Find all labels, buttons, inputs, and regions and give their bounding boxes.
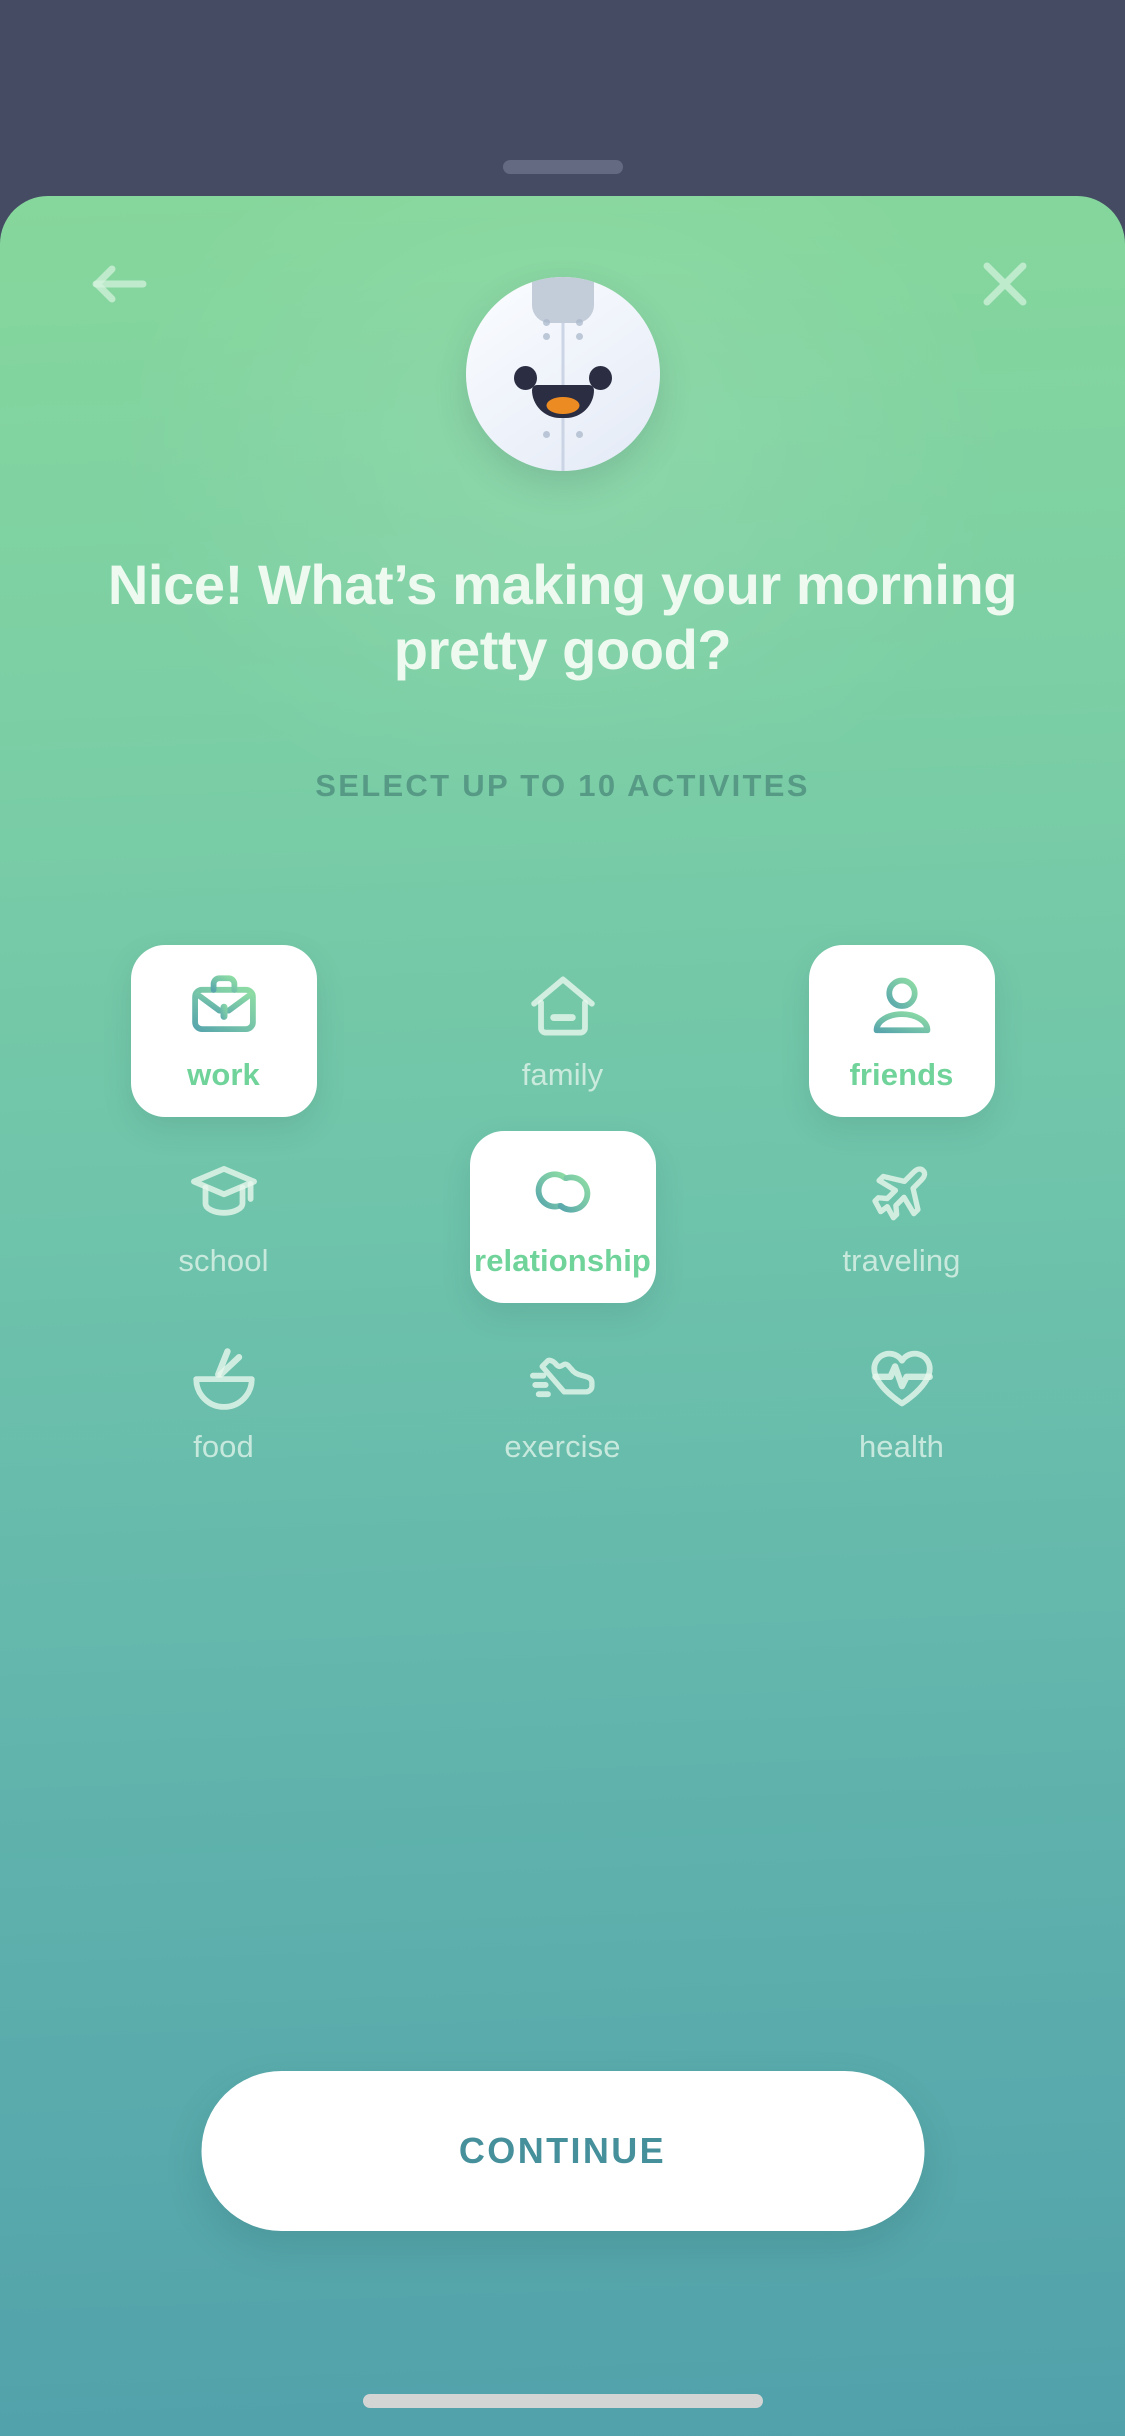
activity-tile-relationship[interactable]: relationship — [393, 1124, 732, 1310]
heart-pulse-icon — [865, 1341, 939, 1415]
arrow-left-icon — [92, 265, 147, 303]
activity-picker-sheet: Nice! What’s making your morning pretty … — [0, 196, 1125, 2436]
sheet-drag-handle[interactable] — [502, 160, 623, 174]
graduation-cap-icon — [187, 1155, 261, 1229]
briefcase-icon — [187, 969, 261, 1043]
activity-tile-health[interactable]: health — [732, 1310, 1071, 1496]
activity-tile-work[interactable]: work — [54, 938, 393, 1124]
activity-tile-school[interactable]: school — [54, 1124, 393, 1310]
home-indicator[interactable] — [362, 2394, 763, 2408]
activity-label: food — [193, 1429, 254, 1464]
activity-label: relationship — [474, 1243, 651, 1278]
mascot-rivet — [542, 431, 550, 438]
activity-tile-food[interactable]: food — [54, 1310, 393, 1496]
linked-rings-icon — [526, 1155, 600, 1229]
page-subtitle: SELECT UP TO 10 ACTIVITES — [315, 768, 810, 803]
mascot-mouth — [531, 385, 594, 418]
airplane-icon — [865, 1155, 939, 1229]
mascot-cap — [531, 277, 594, 323]
activity-tile-traveling[interactable]: traveling — [732, 1124, 1071, 1310]
mascot-tongue — [546, 397, 579, 414]
activity-label: friends — [849, 1057, 954, 1092]
activity-label: health — [858, 1429, 945, 1464]
activity-label: work — [187, 1057, 260, 1092]
mascot-rivet — [575, 333, 583, 340]
close-button[interactable] — [951, 230, 1059, 338]
activity-label: exercise — [504, 1429, 621, 1464]
activity-grid: work family friends school relationship … — [0, 938, 1125, 1496]
activity-tile-family[interactable]: family — [393, 938, 732, 1124]
mascot-rivet — [542, 319, 550, 326]
activity-tile-exercise[interactable]: exercise — [393, 1310, 732, 1496]
running-shoe-icon — [526, 1341, 600, 1415]
activity-label: traveling — [842, 1243, 961, 1278]
mascot-rivet — [542, 333, 550, 340]
mascot-rivet — [575, 431, 583, 438]
page-title: Nice! What’s making your morning pretty … — [107, 553, 1018, 681]
person-icon — [865, 969, 939, 1043]
mascot-rivet — [575, 319, 583, 326]
close-icon — [983, 262, 1027, 306]
continue-button[interactable]: CONTINUE — [201, 2071, 924, 2231]
activity-label: school — [178, 1243, 269, 1278]
mascot-avatar — [465, 277, 660, 471]
house-icon — [526, 969, 600, 1043]
back-button[interactable] — [66, 230, 174, 338]
phone-screen: Nice! What’s making your morning pretty … — [0, 0, 1125, 2436]
activity-tile-friends[interactable]: friends — [732, 938, 1071, 1124]
bowl-chopsticks-icon — [187, 1341, 261, 1415]
activity-label: family — [521, 1057, 604, 1092]
